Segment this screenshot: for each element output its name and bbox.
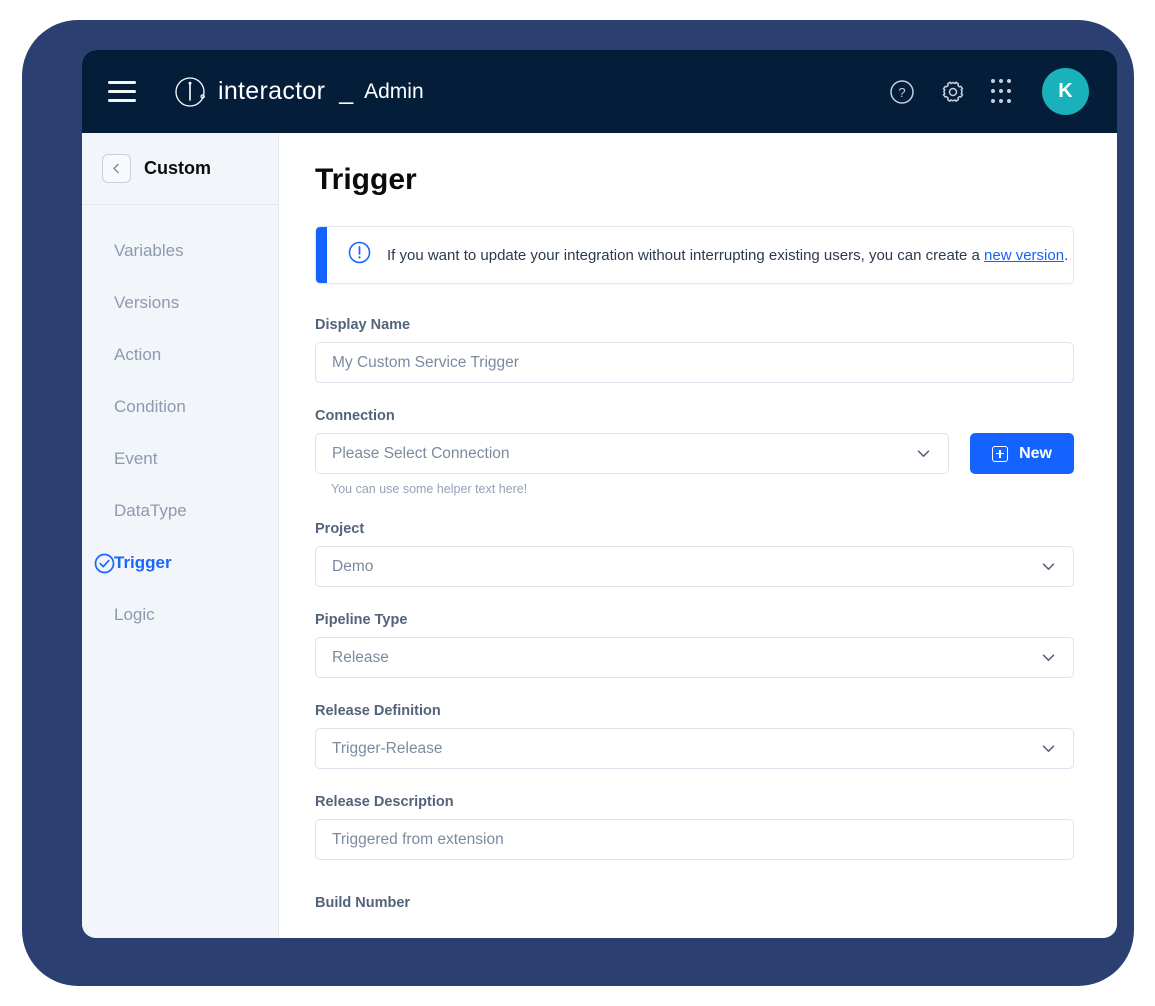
alert-accent-bar [316, 227, 327, 283]
sidebar-item-label: DataType [114, 501, 187, 521]
chevron-left-icon [111, 162, 122, 175]
sidebar-nav: Variables Versions Action Condition [82, 205, 278, 641]
sidebar-item-label: Versions [114, 293, 179, 313]
connection-select-value: Please Select Connection [332, 445, 915, 463]
alert-text: If you want to update your integration w… [387, 247, 1068, 264]
top-bar: interactor _ Admin ? [82, 50, 1117, 133]
page-title: Trigger [315, 163, 1074, 197]
field-build-number: Build Number [315, 894, 1074, 912]
avatar[interactable]: K [1042, 68, 1089, 115]
sidebar-item-condition[interactable]: Condition [82, 381, 278, 433]
gear-icon[interactable] [940, 79, 966, 105]
connection-label: Connection [315, 408, 1074, 424]
pipeline-type-label: Pipeline Type [315, 612, 1074, 628]
chevron-down-icon [915, 445, 932, 462]
plus-box-icon [992, 446, 1008, 462]
display-name-input[interactable]: My Custom Service Trigger [315, 342, 1074, 383]
sidebar-item-action[interactable]: Action [82, 329, 278, 381]
info-alert: If you want to update your integration w… [315, 226, 1074, 284]
project-select-value: Demo [332, 558, 1040, 576]
alert-body: If you want to update your integration w… [327, 227, 1068, 283]
back-button[interactable] [102, 154, 131, 183]
app-body: Custom Variables Versions Action [82, 133, 1117, 938]
alert-text-after: . [1064, 247, 1068, 264]
pipeline-type-select[interactable]: Release [315, 637, 1074, 678]
release-definition-label: Release Definition [315, 703, 1074, 719]
sidebar-header: Custom [82, 133, 278, 205]
main-content: Trigger If you want to update your integ [279, 133, 1117, 938]
project-select[interactable]: Demo [315, 546, 1074, 587]
release-definition-select-value: Trigger-Release [332, 740, 1040, 758]
check-circle-icon [94, 553, 115, 574]
alert-text-before: If you want to update your integration w… [387, 247, 984, 264]
field-display-name: Display Name My Custom Service Trigger [315, 317, 1074, 383]
field-release-definition: Release Definition Trigger-Release [315, 703, 1074, 769]
sidebar-title: Custom [144, 158, 211, 179]
connection-row: Please Select Connection You can use som… [315, 433, 1074, 496]
release-definition-select[interactable]: Trigger-Release [315, 728, 1074, 769]
sidebar-item-versions[interactable]: Versions [82, 277, 278, 329]
sidebar-item-variables[interactable]: Variables [82, 225, 278, 277]
sidebar-item-trigger[interactable]: Trigger [82, 537, 278, 589]
brand: interactor _ Admin [174, 75, 424, 109]
chevron-down-icon [1040, 649, 1057, 666]
sidebar-item-datatype[interactable]: DataType [82, 485, 278, 537]
apps-grid-icon[interactable] [991, 79, 1011, 105]
new-version-link[interactable]: new version [984, 247, 1064, 264]
field-project: Project Demo [315, 521, 1074, 587]
topbar-actions: ? K [889, 68, 1089, 115]
app-window: interactor _ Admin ? [82, 50, 1117, 938]
brand-subtitle: Admin [364, 80, 424, 104]
field-release-description: Release Description Triggered from exten… [315, 794, 1074, 860]
release-description-label: Release Description [315, 794, 1074, 810]
field-connection: Connection Please Select Connection [315, 408, 1074, 496]
hamburger-menu-icon[interactable] [108, 81, 136, 102]
help-circle-icon[interactable]: ? [889, 79, 915, 105]
pipeline-type-select-value: Release [332, 649, 1040, 667]
new-connection-button[interactable]: New [970, 433, 1074, 474]
brand-name: interactor [218, 77, 325, 106]
sidebar-item-label: Logic [114, 605, 155, 625]
display-name-label: Display Name [315, 317, 1074, 333]
connection-helper-text: You can use some helper text here! [315, 482, 949, 496]
interactor-logo-icon [174, 75, 208, 109]
sidebar-item-label: Event [114, 449, 157, 469]
connection-select[interactable]: Please Select Connection [315, 433, 949, 474]
field-pipeline-type: Pipeline Type Release [315, 612, 1074, 678]
release-description-input[interactable]: Triggered from extension [315, 819, 1074, 860]
svg-text:?: ? [898, 85, 905, 100]
chevron-down-icon [1040, 558, 1057, 575]
sidebar-item-label: Condition [114, 397, 186, 417]
connection-select-wrap: Please Select Connection You can use som… [315, 433, 949, 496]
sidebar: Custom Variables Versions Action [82, 133, 279, 938]
spacer [315, 885, 1074, 894]
exclamation-circle-icon [348, 241, 371, 269]
sidebar-item-event[interactable]: Event [82, 433, 278, 485]
sidebar-item-logic[interactable]: Logic [82, 589, 278, 641]
sidebar-item-label: Trigger [114, 553, 172, 573]
build-number-label: Build Number [315, 895, 410, 911]
new-connection-button-label: New [1019, 445, 1052, 463]
project-label: Project [315, 521, 1074, 537]
sidebar-item-label: Variables [114, 241, 184, 261]
sidebar-item-label: Action [114, 345, 161, 365]
chevron-down-icon [1040, 740, 1057, 757]
window-frame: interactor _ Admin ? [22, 20, 1134, 986]
brand-separator: _ [339, 77, 353, 106]
